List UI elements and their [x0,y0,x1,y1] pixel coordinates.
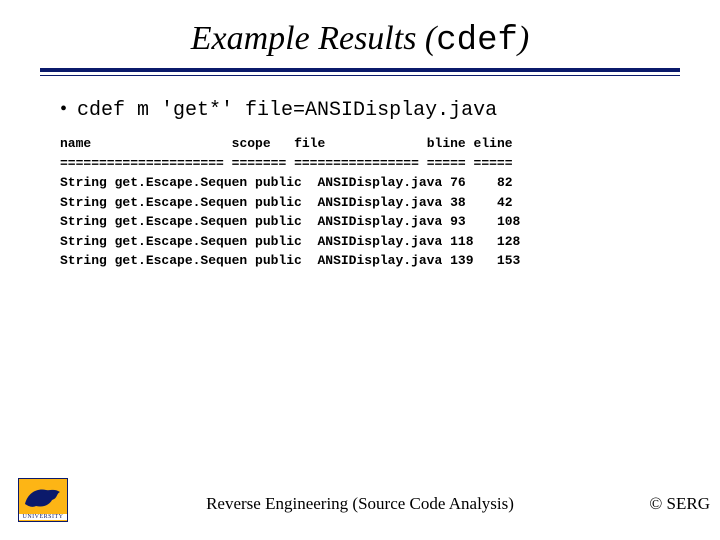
slide: Example Results (cdef) • cdef m 'get*' fi… [0,0,720,540]
sep-name: ===================== [60,156,224,171]
footer-right-text: © SERG [649,494,710,514]
table-row: String get.Escape.Sequen public ANSIDisp… [60,195,513,210]
hdr-name: name [60,136,91,151]
command-text: cdef m 'get*' file=ANSIDisplay.java [77,99,497,122]
title-prefix: Example Results ( [191,20,437,57]
title-suffix: ) [518,20,529,57]
title-rule [40,68,680,76]
sep-scope: ======= [232,156,287,171]
hdr-file: file [294,136,325,151]
hdr-bline: bline [427,136,466,151]
slide-title: Example Results (cdef) [0,0,720,68]
bullet-dot: • [60,98,67,120]
table-row: String get.Escape.Sequen public ANSIDisp… [60,234,520,249]
table-row: String get.Escape.Sequen public ANSIDisp… [60,253,520,268]
footer-center-text: Reverse Engineering (Source Code Analysi… [0,494,720,514]
hdr-eline: eline [474,136,513,151]
table-row: String get.Escape.Sequen public ANSIDisp… [60,175,513,190]
sep-file: ================ [294,156,419,171]
sep-eline: ===== [474,156,513,171]
result-table: name scope file bline eline ============… [60,134,660,271]
title-mono: cdef [436,22,518,60]
footer: UNIVERSITY Reverse Engineering (Source C… [0,478,720,528]
sep-bline: ===== [427,156,466,171]
hdr-scope: scope [232,136,271,151]
command-line: • cdef m 'get*' file=ANSIDisplay.java [60,98,660,122]
logo-caption: UNIVERSITY [19,514,67,520]
table-row: String get.Escape.Sequen public ANSIDisp… [60,214,520,229]
